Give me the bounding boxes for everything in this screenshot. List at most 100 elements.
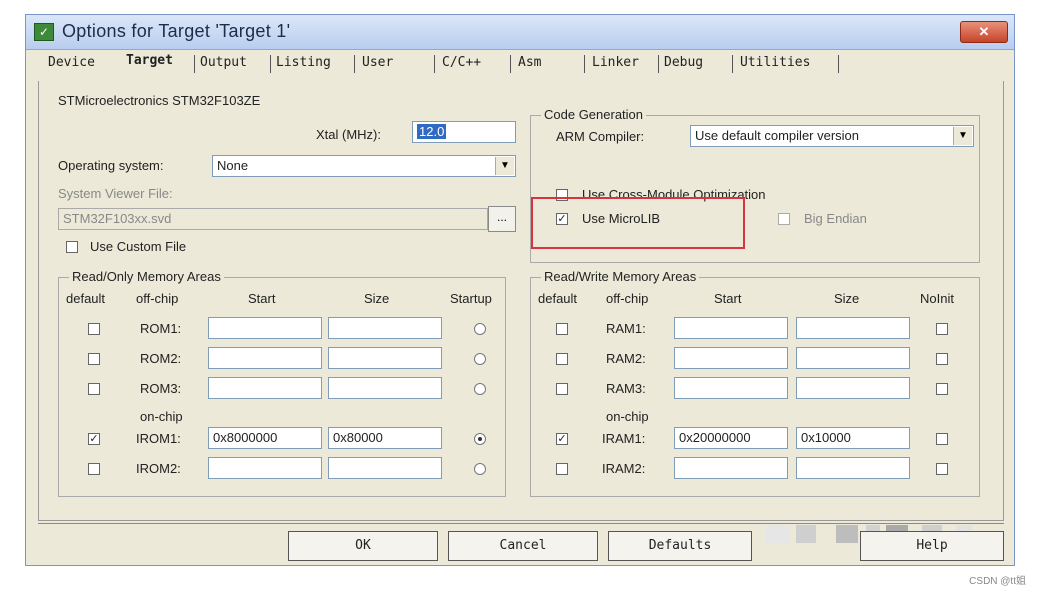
iram1-default-checkbox[interactable]: ✓ xyxy=(556,433,568,445)
ram3-noinit-checkbox[interactable] xyxy=(936,383,948,395)
tab-debug[interactable]: Debug xyxy=(664,55,703,70)
svf-browse-button[interactable]: ... xyxy=(488,206,516,232)
options-dialog: ✓ Options for Target 'Target 1' ✕ Device… xyxy=(25,14,1015,566)
rom2-label: ROM2: xyxy=(140,351,182,366)
os-label: Operating system: xyxy=(58,158,164,173)
tab-separator xyxy=(354,55,355,73)
rom1-size-input[interactable] xyxy=(328,317,442,339)
os-select[interactable]: None ▼ xyxy=(212,155,516,177)
ram2-start-input[interactable] xyxy=(674,347,788,369)
compiler-label: ARM Compiler: xyxy=(556,129,645,144)
obscured-area xyxy=(796,525,816,543)
ram1-noinit-checkbox[interactable] xyxy=(936,323,948,335)
irom2-start-input[interactable] xyxy=(208,457,322,479)
rom3-default-checkbox[interactable] xyxy=(88,383,100,395)
ram1-start-input[interactable] xyxy=(674,317,788,339)
svf-label: System Viewer File: xyxy=(58,186,173,201)
rom1-label: ROM1: xyxy=(140,321,182,336)
big-endian-checkbox[interactable] xyxy=(778,213,790,225)
tab-utilities[interactable]: Utilities xyxy=(740,55,810,70)
defaults-button[interactable]: Defaults xyxy=(608,531,752,561)
rom2-startup-radio[interactable] xyxy=(474,353,486,365)
iram1-start-input[interactable]: 0x20000000 xyxy=(674,427,788,449)
ram1-default-checkbox[interactable] xyxy=(556,323,568,335)
rom-header-start: Start xyxy=(248,291,276,306)
ram3-default-checkbox[interactable] xyxy=(556,383,568,395)
chevron-down-icon[interactable]: ▼ xyxy=(953,127,972,145)
app-icon: ✓ xyxy=(34,23,54,41)
tab-cpp[interactable]: C/C++ xyxy=(442,55,481,70)
rom2-default-checkbox[interactable] xyxy=(88,353,100,365)
rom-header-size: Size xyxy=(364,291,390,306)
tab-listing[interactable]: Listing xyxy=(276,55,331,70)
ram-group-title: Read/Write Memory Areas xyxy=(541,269,700,284)
ram1-label: RAM1: xyxy=(606,321,646,336)
ram2-default-checkbox[interactable] xyxy=(556,353,568,365)
tab-linker[interactable]: Linker xyxy=(592,55,639,70)
rom3-start-input[interactable] xyxy=(208,377,322,399)
obscured-area xyxy=(836,525,858,543)
iram1-noinit-checkbox[interactable] xyxy=(936,433,948,445)
irom2-label: IROM2: xyxy=(136,461,181,476)
irom2-size-input[interactable] xyxy=(328,457,442,479)
tab-device[interactable]: Device xyxy=(48,55,95,70)
iram2-start-input[interactable] xyxy=(674,457,788,479)
tab-separator xyxy=(658,55,659,73)
tab-separator xyxy=(838,55,839,73)
tab-output[interactable]: Output xyxy=(200,55,247,70)
iram2-noinit-checkbox[interactable] xyxy=(936,463,948,475)
ram1-size-input[interactable] xyxy=(796,317,910,339)
rom1-default-checkbox[interactable] xyxy=(88,323,100,335)
tab-separator xyxy=(434,55,435,73)
help-button[interactable]: Help xyxy=(860,531,1004,561)
svf-input: STM32F103xx.svd xyxy=(58,208,488,230)
rom3-startup-radio[interactable] xyxy=(474,383,486,395)
tab-separator xyxy=(510,55,511,73)
iram2-size-input[interactable] xyxy=(796,457,910,479)
close-button[interactable]: ✕ xyxy=(960,21,1008,43)
os-value: None xyxy=(217,158,249,173)
iram2-default-checkbox[interactable] xyxy=(556,463,568,475)
ram3-size-input[interactable] xyxy=(796,377,910,399)
rom2-size-input[interactable] xyxy=(328,347,442,369)
irom2-default-checkbox[interactable] xyxy=(88,463,100,475)
rom3-size-input[interactable] xyxy=(328,377,442,399)
device-name: STMicroelectronics STM32F103ZE xyxy=(58,93,261,108)
irom1-start-input[interactable]: 0x8000000 xyxy=(208,427,322,449)
xtal-input[interactable]: 12.0 xyxy=(412,121,516,143)
compiler-value: Use default compiler version xyxy=(695,128,860,143)
irom1-size-input[interactable]: 0x80000 xyxy=(328,427,442,449)
ram2-label: RAM2: xyxy=(606,351,646,366)
rom1-start-input[interactable] xyxy=(208,317,322,339)
rom3-label: ROM3: xyxy=(140,381,182,396)
chevron-down-icon[interactable]: ▼ xyxy=(495,157,514,175)
ram2-size-input[interactable] xyxy=(796,347,910,369)
irom2-startup-radio[interactable] xyxy=(474,463,486,475)
ram2-noinit-checkbox[interactable] xyxy=(936,353,948,365)
xtal-label: Xtal (MHz): xyxy=(316,127,381,142)
ram3-start-input[interactable] xyxy=(674,377,788,399)
cancel-button[interactable]: Cancel xyxy=(448,531,598,561)
tab-target[interactable]: Target xyxy=(126,53,173,68)
code-generation-title: Code Generation xyxy=(541,107,647,122)
ok-button[interactable]: OK xyxy=(288,531,438,561)
window-title: Options for Target 'Target 1' xyxy=(62,21,291,41)
compiler-select[interactable]: Use default compiler version ▼ xyxy=(690,125,974,147)
tab-user[interactable]: User xyxy=(362,55,393,70)
irom1-startup-radio[interactable] xyxy=(474,433,486,445)
title-bar[interactable]: ✓ Options for Target 'Target 1' ✕ xyxy=(26,15,1014,50)
rom2-start-input[interactable] xyxy=(208,347,322,369)
rom-header-offchip: off-chip xyxy=(136,291,179,306)
big-endian-label: Big Endian xyxy=(804,211,867,226)
custom-file-checkbox[interactable] xyxy=(66,241,78,253)
ram-header-default: default xyxy=(538,291,578,306)
rom-header-startup: Startup xyxy=(450,291,492,306)
irom1-default-checkbox[interactable]: ✓ xyxy=(88,433,100,445)
iram1-size-input[interactable]: 0x10000 xyxy=(796,427,910,449)
rom1-startup-radio[interactable] xyxy=(474,323,486,335)
tab-asm[interactable]: Asm xyxy=(518,55,541,70)
iram2-label: IRAM2: xyxy=(602,461,646,476)
ram-header-size: Size xyxy=(834,291,860,306)
tab-separator xyxy=(194,55,195,73)
rom-onchip-label: on-chip xyxy=(140,409,183,424)
